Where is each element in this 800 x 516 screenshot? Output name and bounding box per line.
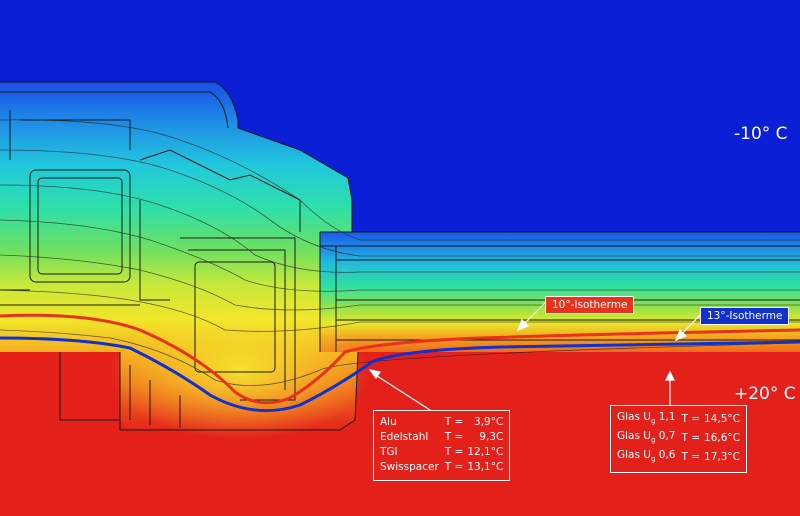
glass-uvalue: 0,6 — [658, 449, 676, 462]
spacer-temperature-box: Alu T = 3,9°C Edelstahl T = 9,3C TGI T =… — [373, 410, 511, 481]
spacer-temperature-table: Alu T = 3,9°C Edelstahl T = 9,3C TGI T =… — [380, 416, 503, 476]
glass-name: Glas U — [617, 449, 651, 462]
glass-name: Glas U — [617, 430, 651, 443]
table-row: Alu T = 3,9°C — [380, 416, 503, 431]
glazing-temperature-table: Glas Ug 1,1 T = 14,5°C Glas Ug 0,7 T = 1… — [617, 411, 740, 468]
table-row: Glas Ug 1,1 T = 14,5°C — [617, 411, 740, 430]
glass-temp: 16,6°C — [704, 432, 741, 445]
temp-prefix: T = — [444, 416, 464, 428]
table-row: Glas Ug 0,7 T = 16,6°C — [617, 430, 740, 449]
glazing-temperature-box: Glas Ug 1,1 T = 14,5°C Glas Ug 0,7 T = 1… — [610, 405, 748, 474]
spacer-name: Edelstahl — [380, 431, 429, 443]
glass-name: Glas U — [617, 411, 651, 423]
spacer-temp: 12,1°C — [467, 446, 504, 458]
glass-subscript: g — [650, 455, 656, 464]
glass-subscript: g — [650, 436, 656, 445]
temp-prefix: T = — [444, 446, 464, 458]
table-row: Glas Ug 0,6 T = 17,3°C — [617, 449, 740, 468]
isotherm-13-label: 13°-Isotherme — [700, 307, 790, 325]
table-row: TGI T = 12,1°C — [380, 446, 503, 461]
temp-prefix: T = — [681, 413, 701, 426]
table-row: Edelstahl T = 9,3C — [380, 431, 503, 446]
glass-subscript: g — [650, 417, 656, 426]
outside-temperature-label: -10° C — [734, 124, 788, 144]
thermal-simulation: -10° C +20° C 10°-Isotherme 13°-Isotherm… — [0, 0, 800, 516]
spacer-name: Alu — [380, 416, 397, 428]
spacer-temp: 9,3C — [479, 431, 504, 443]
isotherm-10-label: 10°-Isotherme — [545, 296, 635, 314]
temp-prefix: T = — [681, 432, 701, 445]
glass-uvalue: 0,7 — [658, 430, 676, 443]
temp-prefix: T = — [681, 451, 701, 464]
temp-prefix: T = — [444, 431, 464, 443]
spacer-name: Swisspacer — [380, 461, 439, 473]
glass-temp: 14,5°C — [704, 413, 741, 426]
spacer-temp: 13,1°C — [467, 461, 504, 473]
glass-temp: 17,3°C — [704, 451, 741, 464]
inside-temperature-label: +20° C — [734, 384, 796, 404]
spacer-name: TGI — [380, 446, 398, 458]
glazing-unit — [320, 232, 800, 352]
frame-warm-region — [110, 300, 370, 440]
table-row: Swisspacer T = 13,1°C — [380, 461, 503, 476]
temp-prefix: T = — [444, 461, 464, 473]
glass-uvalue: 1,1 — [658, 411, 676, 423]
spacer-temp: 3,9°C — [474, 416, 504, 428]
